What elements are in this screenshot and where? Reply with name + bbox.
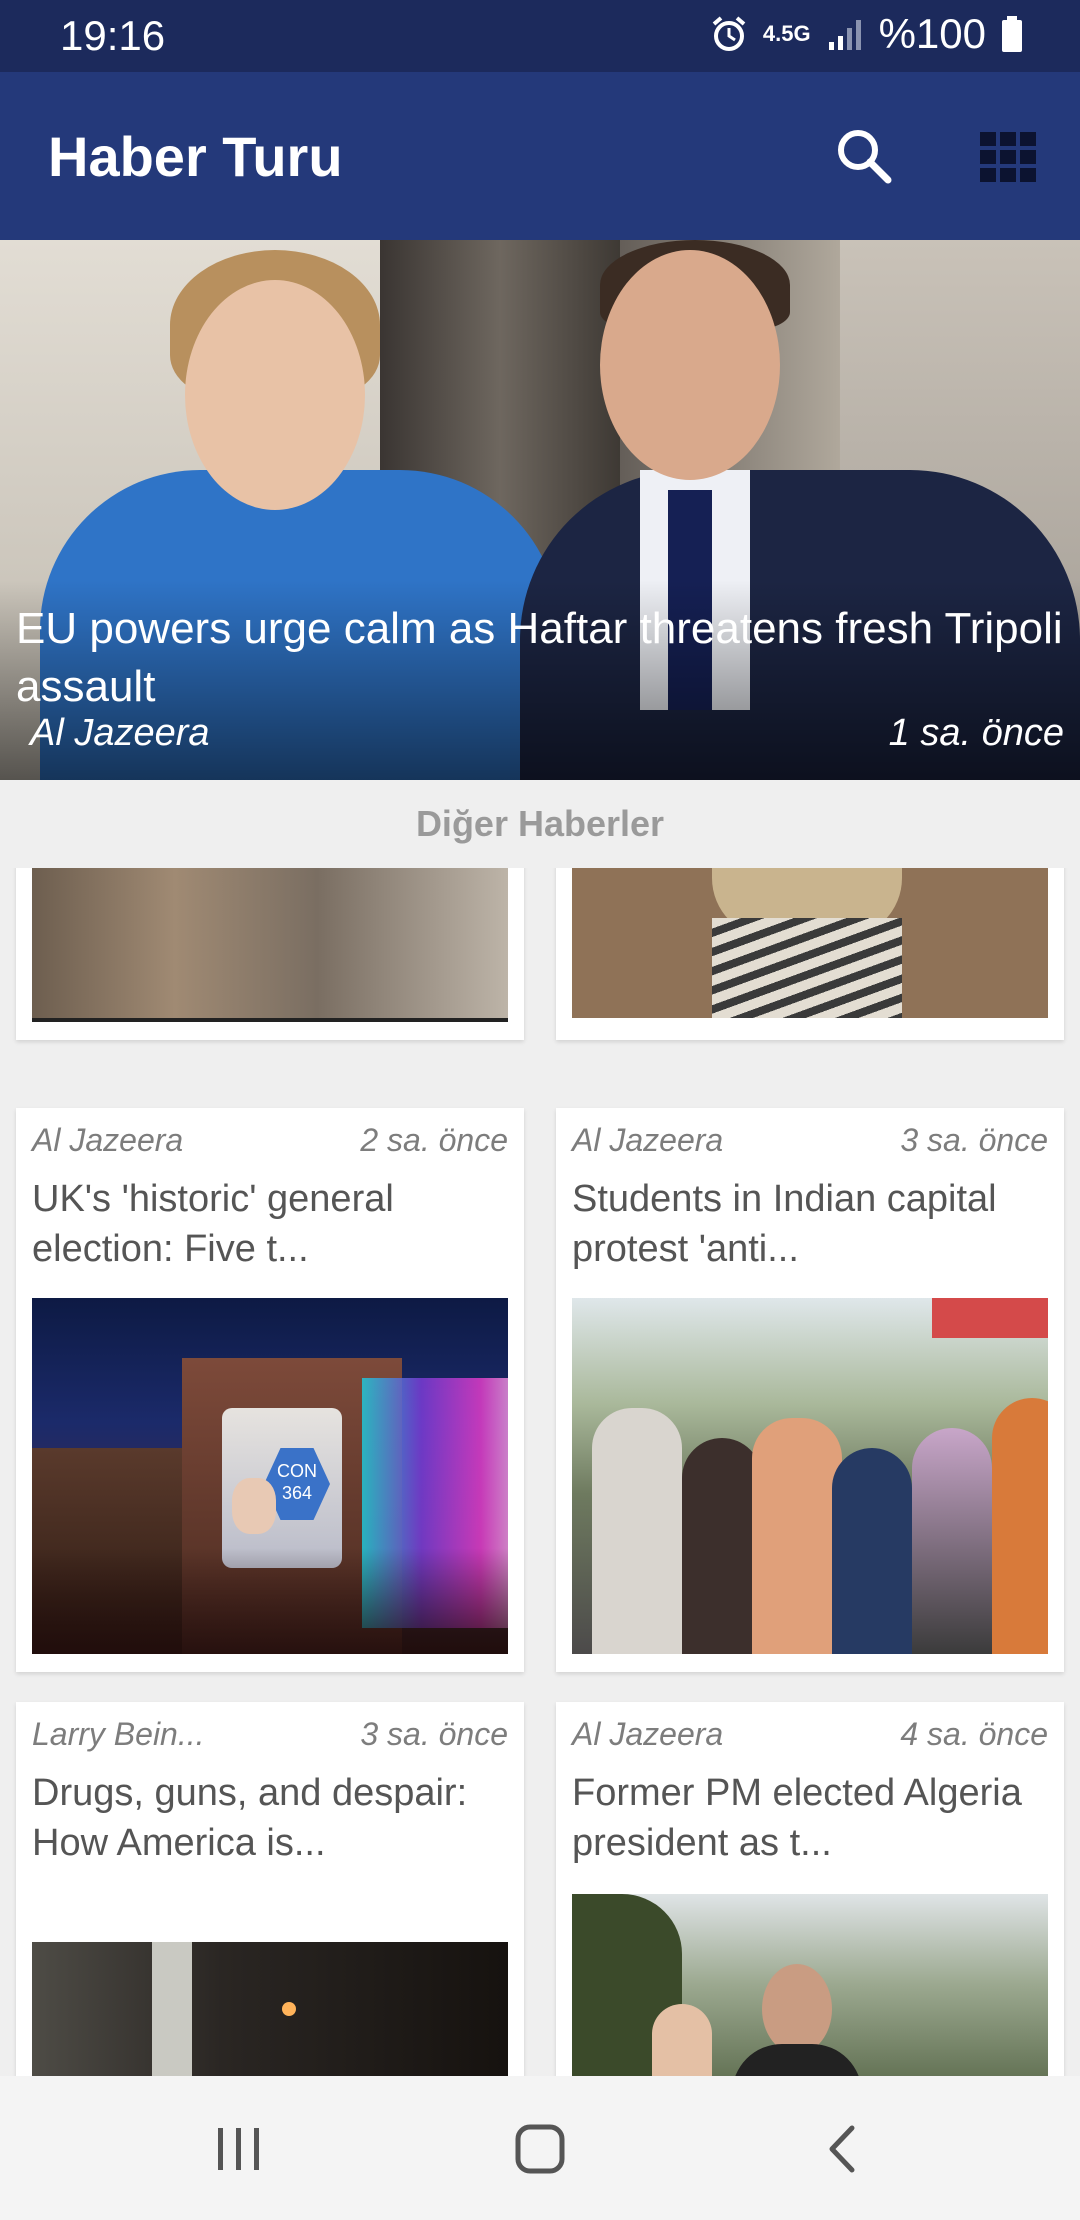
news-grid[interactable]: Al Jazeera 2 sa. önce UK's 'historic' ge… [0,868,1080,2076]
status-icons: 4.5G %100 [709,10,1024,58]
system-nav-bar [0,2076,1080,2220]
search-icon[interactable] [832,124,896,188]
news-card-image [572,868,1048,1018]
news-source: Al Jazeera [572,1122,724,1158]
section-title: Diğer Haberler [0,780,1080,868]
recents-icon[interactable] [212,2122,266,2176]
news-card-image [572,1298,1048,1654]
news-title[interactable]: UK's 'historic' general election: Five t… [32,1174,508,1274]
news-source: Al Jazeera [572,1716,724,1752]
news-source: Larry Bein... [32,1716,205,1752]
news-time: 2 sa. önce [360,1122,508,1158]
signal-icon [828,20,861,50]
news-card-image: CON 364 [32,1298,508,1654]
grid-view-icon[interactable] [980,132,1036,182]
news-card-image [572,1894,1048,2076]
status-time: 19:16 [60,12,166,59]
news-card-meta: Al Jazeera 2 sa. önce [32,1122,508,1166]
news-time: 4 sa. önce [900,1716,1048,1752]
hero-photo-face-left [185,280,365,510]
featured-time: 1 sa. önce [888,712,1064,754]
news-card-meta: Al Jazeera 3 sa. önce [572,1122,1048,1166]
news-time: 3 sa. önce [900,1122,1048,1158]
battery-icon [1002,16,1022,52]
news-time: 3 sa. önce [360,1716,508,1752]
news-title[interactable]: Students in Indian capital protest 'anti… [572,1174,1048,1274]
back-icon[interactable] [818,2122,872,2176]
news-title[interactable]: Drugs, guns, and despair: How America is… [32,1768,508,1868]
news-card-image [32,1942,508,2076]
network-type: 4.5G [762,21,811,46]
status-bar: 19:16 4.5G %100 [0,0,1080,72]
news-card-meta: Al Jazeera 4 sa. önce [572,1716,1048,1760]
featured-source: Al Jazeera [30,712,210,754]
news-card[interactable] [556,868,1064,1040]
featured-headline[interactable]: EU powers urge calm as Haftar threatens … [16,600,1066,716]
poster-seats-text: 364 [281,1483,313,1503]
news-card[interactable]: Al Jazeera 4 sa. önce Former PM elected … [556,1702,1064,2076]
news-card[interactable]: Al Jazeera 2 sa. önce UK's 'historic' ge… [16,1108,524,1672]
news-title[interactable]: Former PM elected Algeria president as t… [572,1768,1048,1868]
app-bar: Haber Turu [0,72,1080,240]
news-card[interactable]: Larry Bein... 3 sa. önce Drugs, guns, an… [16,1702,524,2076]
alarm-icon [712,16,746,51]
news-card-meta: Larry Bein... 3 sa. önce [32,1716,508,1760]
news-source: Al Jazeera [32,1122,184,1158]
news-card-image [32,868,508,1022]
news-card[interactable] [16,868,524,1040]
app-title: Haber Turu [48,125,343,188]
home-icon[interactable] [513,2122,567,2176]
battery-level: %100 [878,10,986,57]
news-card[interactable]: Al Jazeera 3 sa. önce Students in Indian… [556,1108,1064,1672]
poster-con-text: CON [277,1461,317,1481]
featured-story[interactable]: EU powers urge calm as Haftar threatens … [0,240,1080,780]
hero-photo-face-right [600,250,780,480]
